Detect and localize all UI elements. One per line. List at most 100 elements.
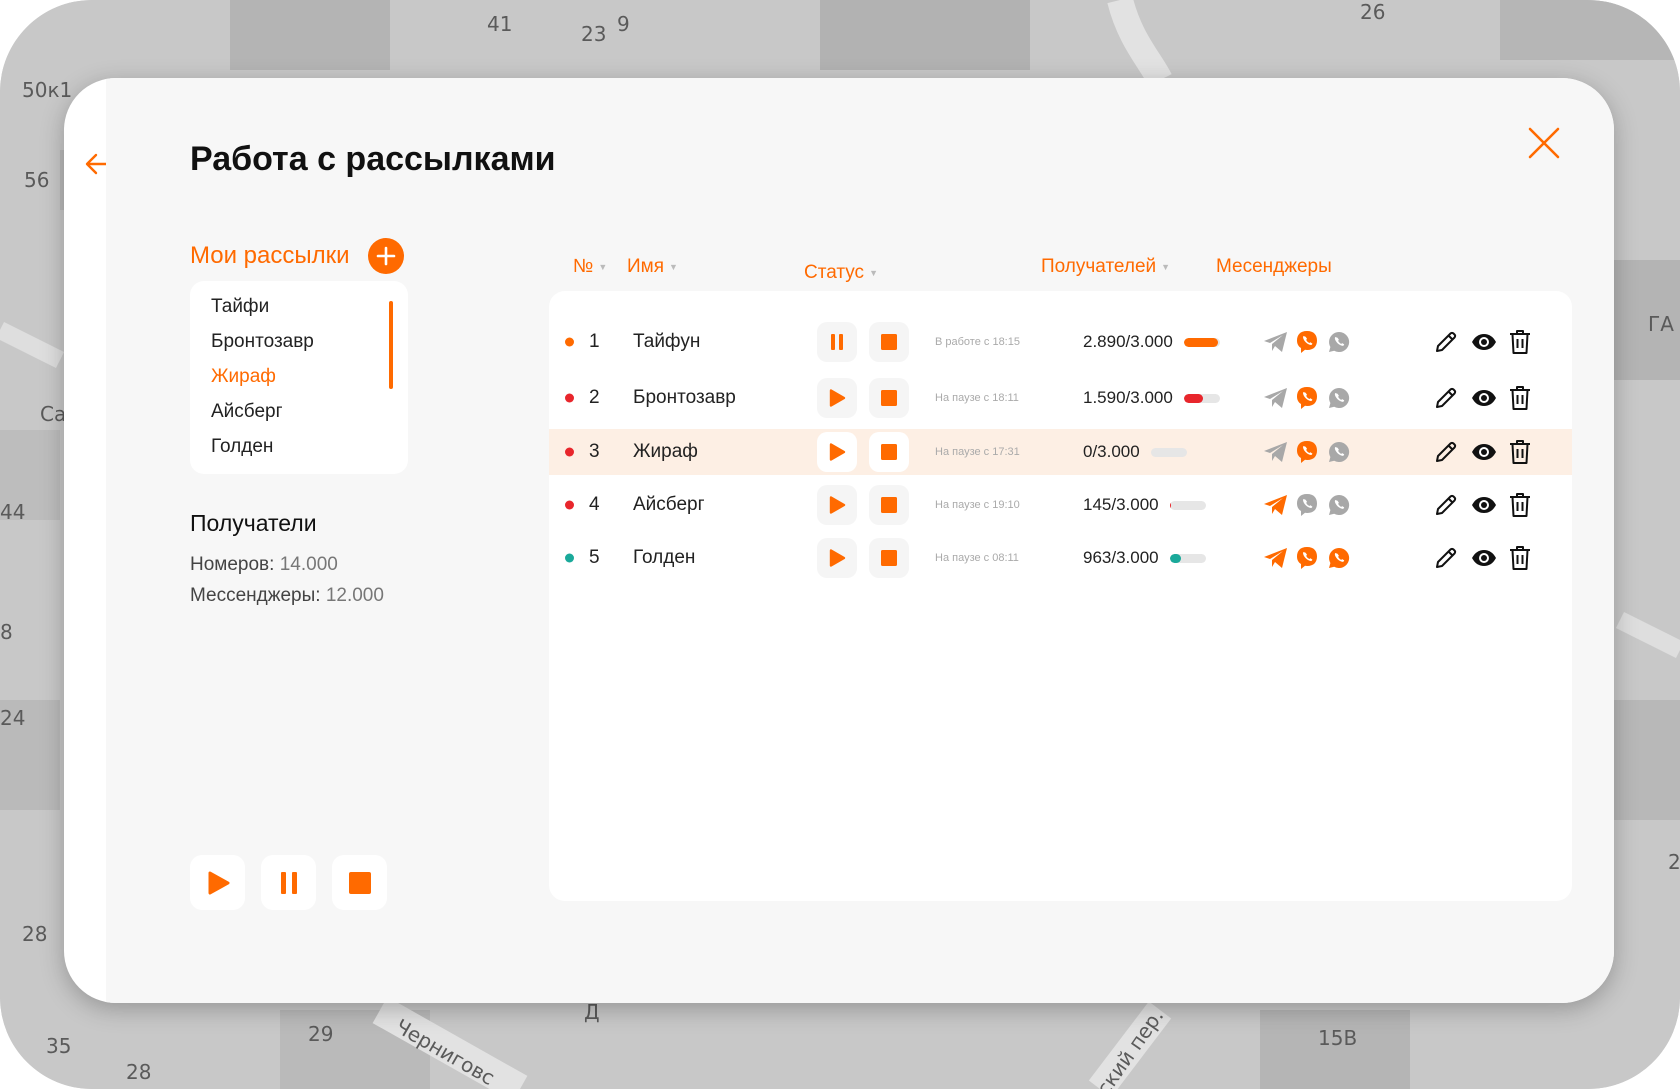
telegram-toggle[interactable] <box>1263 441 1289 463</box>
row-number: 5 <box>589 547 600 568</box>
play-button[interactable] <box>817 378 857 418</box>
edit-button[interactable] <box>1434 493 1458 517</box>
viber-toggle[interactable] <box>1296 493 1318 517</box>
stop-all-button[interactable] <box>332 855 387 910</box>
whatsapp-toggle[interactable] <box>1328 494 1350 516</box>
play-icon <box>829 549 846 567</box>
stop-icon <box>348 871 371 894</box>
whatsapp-toggle[interactable] <box>1328 547 1350 569</box>
telegram-icon <box>1264 442 1287 462</box>
sort-caret-icon: ▼ <box>598 262 608 272</box>
recipients-progress: 963/3.000 <box>1083 548 1206 568</box>
trash-icon <box>1510 493 1530 517</box>
recipients-progress: 145/3.000 <box>1083 495 1206 515</box>
map-label: 9 <box>617 12 630 36</box>
view-button[interactable] <box>1471 549 1497 567</box>
edit-button[interactable] <box>1434 440 1458 464</box>
stop-button[interactable] <box>869 538 909 578</box>
viber-toggle[interactable] <box>1296 546 1318 570</box>
mailing-list-item[interactable]: Бронтозавр <box>211 328 408 363</box>
close-button[interactable] <box>1524 123 1564 163</box>
play-all-button[interactable] <box>190 855 245 910</box>
whatsapp-toggle[interactable] <box>1328 387 1350 409</box>
stop-icon <box>881 497 897 513</box>
stop-button[interactable] <box>869 378 909 418</box>
status-dot <box>565 500 574 510</box>
row-number: 4 <box>589 494 600 515</box>
view-button[interactable] <box>1471 496 1497 514</box>
map-label: 35 <box>46 1034 72 1058</box>
plus-icon <box>376 246 395 266</box>
play-icon <box>208 871 229 894</box>
pause-button[interactable] <box>817 322 857 362</box>
delete-button[interactable] <box>1509 439 1531 465</box>
delete-button[interactable] <box>1509 545 1531 571</box>
pause-all-button[interactable] <box>261 855 316 910</box>
view-button[interactable] <box>1471 333 1497 351</box>
delete-button[interactable] <box>1509 492 1531 518</box>
telegram-toggle[interactable] <box>1263 547 1289 569</box>
recipients-messengers: Мессенджеры: 12.000 <box>190 585 384 607</box>
map-label: ГА <box>1648 312 1674 336</box>
progress-bar-fill <box>1183 337 1219 347</box>
whatsapp-toggle[interactable] <box>1328 441 1350 463</box>
delete-button[interactable] <box>1509 329 1531 355</box>
map-label: Са <box>40 402 67 426</box>
row-status: На паузе с 18:11 <box>935 392 1019 404</box>
progress-bar-fill <box>1169 500 1172 510</box>
viber-toggle[interactable] <box>1296 386 1318 410</box>
mailing-list-item[interactable]: Айсберг <box>211 398 408 433</box>
whatsapp-toggle[interactable] <box>1328 331 1350 353</box>
stop-button[interactable] <box>869 322 909 362</box>
column-header-num[interactable]: № ▼ <box>573 256 607 278</box>
column-header-status[interactable]: Статус ▼ <box>804 262 878 284</box>
view-button[interactable] <box>1471 389 1497 407</box>
stop-button[interactable] <box>869 432 909 472</box>
mailings-modal: Работа с рассылками Мои рассылки Тайфи Б… <box>64 78 1614 1003</box>
stop-icon <box>881 334 897 350</box>
pencil-icon <box>1436 441 1457 462</box>
recipients-count: 963/3.000 <box>1083 548 1159 567</box>
map-label: 26 <box>1360 0 1386 24</box>
column-header-name[interactable]: Имя ▼ <box>627 256 678 278</box>
pause-icon <box>280 871 297 894</box>
table-row[interactable]: 4 Айсберг На паузе с 19:10 145/3.000 <box>549 482 1572 528</box>
map-label: 2 <box>1668 850 1680 874</box>
play-button[interactable] <box>817 485 857 525</box>
whatsapp-icon <box>1329 547 1350 568</box>
viber-toggle[interactable] <box>1296 330 1318 354</box>
edit-button[interactable] <box>1434 546 1458 570</box>
table-row[interactable]: 5 Голден На паузе с 08:11 963/3.000 <box>549 535 1572 581</box>
edit-button[interactable] <box>1434 330 1458 354</box>
play-icon <box>829 496 846 514</box>
map-label: 28 <box>126 1060 152 1084</box>
mailing-list-item-active[interactable]: Жираф <box>211 363 408 398</box>
column-header-recipients[interactable]: Получателей ▼ <box>1041 256 1170 278</box>
table-row[interactable]: 1 Тайфун В работе с 18:15 2.890/3.000 <box>549 319 1572 365</box>
table-row[interactable]: 2 Бронтозавр На паузе с 18:11 1.590/3.00… <box>549 375 1572 421</box>
row-status: На паузе с 17:31 <box>935 446 1020 458</box>
viber-toggle[interactable] <box>1296 440 1318 464</box>
list-scrollbar[interactable] <box>389 301 393 389</box>
view-button[interactable] <box>1471 443 1497 461</box>
map-label: 41 <box>487 12 513 36</box>
delete-button[interactable] <box>1509 385 1531 411</box>
add-mailing-button[interactable] <box>367 238 404 274</box>
play-icon <box>829 389 846 407</box>
mailing-list-item[interactable]: Голден <box>211 433 408 468</box>
pencil-icon <box>1436 387 1457 408</box>
viber-icon <box>1297 387 1317 409</box>
play-button[interactable] <box>817 432 857 472</box>
play-button[interactable] <box>817 538 857 578</box>
telegram-toggle[interactable] <box>1263 331 1289 353</box>
row-status: На паузе с 08:11 <box>935 552 1019 564</box>
mailing-list-item[interactable]: Тайфи <box>211 293 408 328</box>
stop-button[interactable] <box>869 485 909 525</box>
telegram-toggle[interactable] <box>1263 494 1289 516</box>
map-label: 44 <box>0 500 26 524</box>
row-status: На паузе с 19:10 <box>935 499 1020 511</box>
table-row[interactable]: 3 Жираф На паузе с 17:31 0/3.000 <box>549 429 1572 475</box>
edit-button[interactable] <box>1434 386 1458 410</box>
telegram-toggle[interactable] <box>1263 387 1289 409</box>
row-name: Голден <box>633 547 696 568</box>
